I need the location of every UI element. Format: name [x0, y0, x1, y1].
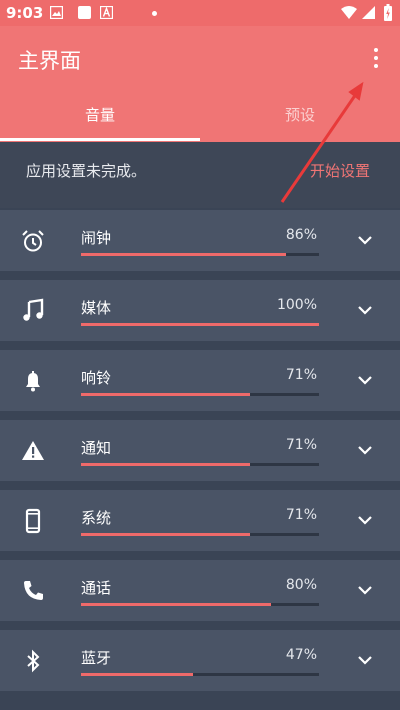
volume-slider-fill — [81, 673, 193, 676]
volume-row[interactable]: 响铃 71% — [0, 350, 400, 411]
chevron-down-icon[interactable] — [354, 511, 376, 529]
volume-row[interactable]: 通知 71% — [0, 420, 400, 481]
setup-notice-text: 应用设置未完成。 — [26, 162, 147, 180]
chevron-down-icon[interactable] — [354, 651, 376, 669]
volume-row-label: 通话 — [81, 579, 112, 597]
volume-row[interactable]: 蓝牙 47% — [0, 630, 400, 691]
chevron-down-icon[interactable] — [354, 371, 376, 389]
volume-percent: 47% — [285, 647, 317, 663]
status-bar: 9:03 — [0, 0, 400, 26]
volume-row-label: 闹钟 — [81, 229, 112, 247]
volume-slider-fill — [81, 393, 250, 396]
volume-slider[interactable] — [81, 603, 319, 606]
phone-call-icon — [20, 578, 46, 604]
volume-slider-fill — [81, 463, 250, 466]
chevron-down-icon[interactable] — [354, 231, 376, 249]
volume-percent: 86% — [285, 227, 317, 243]
tab-presets[interactable]: 预设 — [200, 100, 400, 140]
chevron-down-icon[interactable] — [354, 441, 376, 459]
volume-percent: 71% — [285, 367, 317, 383]
volume-row-label: 媒体 — [81, 299, 112, 317]
volume-row[interactable]: 系统 71% — [0, 490, 400, 551]
volume-percent: 71% — [285, 437, 317, 453]
page-title: 主界面 — [18, 49, 81, 73]
volume-slider-fill — [81, 253, 286, 256]
overflow-menu-icon[interactable] — [364, 46, 388, 72]
app-bar: 主界面 音量 预设 — [0, 26, 400, 142]
volume-slider-fill — [81, 533, 250, 536]
volume-slider[interactable] — [81, 533, 319, 536]
volume-slider[interactable] — [81, 253, 319, 256]
chevron-down-icon[interactable] — [354, 301, 376, 319]
volume-slider[interactable] — [81, 393, 319, 396]
start-setup-button[interactable]: 开始设置 — [310, 160, 370, 181]
volume-slider[interactable] — [81, 463, 319, 466]
bell-icon — [20, 368, 46, 394]
square-notification-icon — [78, 6, 91, 19]
volume-row[interactable]: 通话 80% — [0, 560, 400, 621]
notification-dot-icon — [152, 11, 157, 16]
tab-volume[interactable]: 音量 — [0, 100, 200, 140]
font-notification-icon — [100, 6, 113, 19]
signal-icon — [362, 6, 375, 19]
status-time: 9:03 — [6, 4, 44, 22]
volume-row[interactable]: 闹钟 86% — [0, 210, 400, 271]
wifi-icon — [341, 6, 357, 19]
volume-row-label: 系统 — [81, 509, 112, 527]
bluetooth-icon — [20, 648, 46, 674]
volume-slider-fill — [81, 323, 319, 326]
volume-percent: 100% — [276, 297, 317, 313]
volume-row-label: 响铃 — [81, 369, 112, 387]
alarm-clock-icon — [20, 228, 46, 254]
tab-indicator — [0, 138, 200, 141]
volume-row[interactable]: 媒体 100% — [0, 280, 400, 341]
chevron-down-icon[interactable] — [354, 581, 376, 599]
volume-percent: 80% — [285, 577, 317, 593]
image-notification-icon — [50, 6, 63, 19]
volume-slider-fill — [81, 603, 272, 606]
volume-row-label: 蓝牙 — [81, 649, 112, 667]
warning-icon — [20, 438, 46, 464]
volume-slider[interactable] — [81, 673, 319, 676]
phone-device-icon — [20, 508, 46, 534]
volume-percent: 71% — [285, 507, 317, 523]
battery-charging-icon — [384, 4, 392, 21]
volume-slider[interactable] — [81, 323, 319, 326]
music-note-icon — [20, 298, 46, 324]
volume-row-label: 通知 — [81, 439, 112, 457]
setup-notice: 应用设置未完成。 开始设置 — [0, 142, 400, 208]
